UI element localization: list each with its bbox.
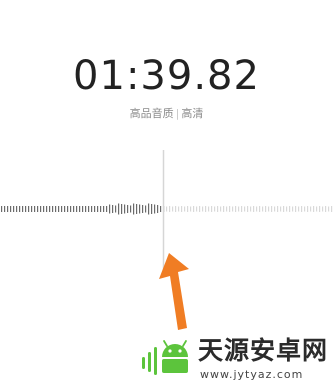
watermark-url: www.jytyaz.com [200, 368, 304, 381]
arrow-shape [159, 253, 189, 330]
watermark-title: 天源安卓网 [198, 336, 329, 365]
android-logo-icon [142, 340, 188, 375]
pointer-arrow [159, 253, 189, 330]
watermark: 天源安卓网 www.jytyaz.com [140, 334, 333, 385]
